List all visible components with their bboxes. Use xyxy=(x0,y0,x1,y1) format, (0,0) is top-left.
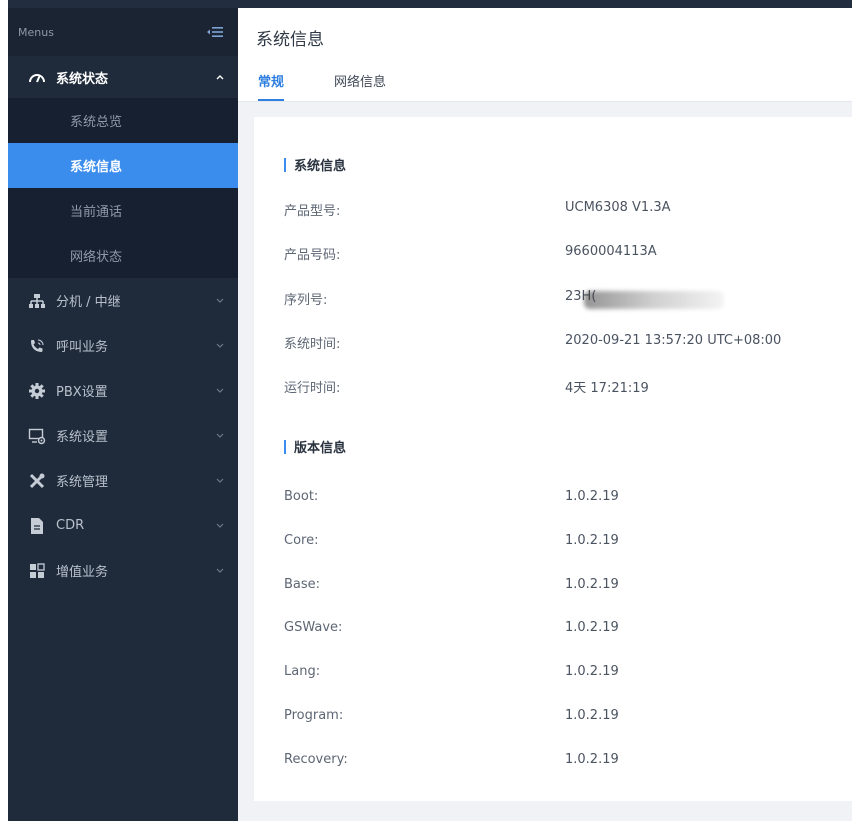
section-accent-bar xyxy=(284,157,286,172)
info-row-uptime: 运行时间: 4天 17:21:19 xyxy=(284,377,844,397)
sidebar-item-extension-trunk[interactable]: 分机 / 中继 xyxy=(8,278,238,323)
sidebar-subitem-label: 当前通话 xyxy=(70,205,123,220)
sidebar-item-system-settings[interactable]: 系统设置 xyxy=(8,413,238,458)
value-added-icon xyxy=(28,562,46,580)
main-content: 系统信息 常规 网络信息 系统信息 产品型号: UCM6308 V1.3A 产品… xyxy=(238,8,852,821)
page-header: 系统信息 常规 网络信息 xyxy=(238,8,852,102)
version-value: 1.0.2.19 xyxy=(565,620,619,635)
version-row-program: Program: 1.0.2.19 xyxy=(284,708,844,728)
chevron-down-icon xyxy=(216,567,224,575)
sidebar-item-value-added[interactable]: 增值业务 xyxy=(8,548,238,593)
collapse-menu-icon[interactable] xyxy=(206,25,224,39)
chevron-down-icon xyxy=(216,522,224,530)
redaction-blur xyxy=(584,291,724,309)
menus-label: Menus xyxy=(18,25,54,39)
info-row-part-number: 产品号码: 9660004113A xyxy=(284,244,844,264)
sidebar-item-label: 系统管理 xyxy=(56,475,109,490)
info-value: UCM6308 V1.3A xyxy=(565,200,671,215)
info-row-system-time: 系统时间: 2020-09-21 13:57:20 UTC+08:00 xyxy=(284,333,844,353)
version-value: 1.0.2.19 xyxy=(565,533,619,548)
sidebar-item-call-features[interactable]: 呼叫业务 xyxy=(8,323,238,368)
top-bar xyxy=(0,0,852,8)
info-row-model: 产品型号: UCM6308 V1.3A xyxy=(284,200,844,220)
sidebar-item-label: 呼叫业务 xyxy=(56,340,109,355)
chevron-down-icon xyxy=(216,342,224,350)
chevron-down-icon xyxy=(216,297,224,305)
info-label: 产品型号: xyxy=(284,204,341,219)
section-title-text: 版本信息 xyxy=(294,441,347,456)
system-settings-icon xyxy=(28,427,46,445)
left-edge xyxy=(0,0,8,821)
page-title: 系统信息 xyxy=(256,30,324,50)
info-value: 4天 17:21:19 xyxy=(565,381,649,396)
speedometer-icon xyxy=(28,68,46,86)
version-label: Recovery: xyxy=(284,752,348,767)
version-value: 1.0.2.19 xyxy=(565,752,619,767)
chevron-up-icon xyxy=(216,73,224,81)
version-value: 1.0.2.19 xyxy=(565,489,619,504)
version-label: Boot: xyxy=(284,489,319,504)
info-label: 序列号: xyxy=(284,293,328,308)
sidebar-item-cdr[interactable]: CDR xyxy=(8,503,238,548)
sidebar-item-label: 分机 / 中继 xyxy=(56,295,121,310)
info-label: 系统时间: xyxy=(284,337,341,352)
chevron-down-icon xyxy=(216,477,224,485)
sidebar-subitem-current-calls[interactable]: 当前通话 xyxy=(8,188,238,233)
version-value: 1.0.2.19 xyxy=(565,577,619,592)
extension-trunk-icon xyxy=(28,292,46,310)
sidebar-item-label: CDR xyxy=(56,518,85,533)
call-features-icon xyxy=(28,337,46,355)
version-value: 1.0.2.19 xyxy=(565,664,619,679)
info-value: 9660004113A xyxy=(565,244,657,259)
tab-network-info[interactable]: 网络信息 xyxy=(334,71,386,101)
sidebar-item-system-status[interactable]: 系统状态 xyxy=(8,56,238,98)
sidebar-header: Menus xyxy=(8,8,238,56)
sidebar-item-label: 增值业务 xyxy=(56,565,109,580)
gear-icon xyxy=(28,382,46,400)
info-row-serial-number: 序列号: 23H( xyxy=(284,289,844,309)
version-row-recovery: Recovery: 1.0.2.19 xyxy=(284,752,844,772)
sidebar-item-label: 系统状态 xyxy=(56,71,109,87)
chevron-down-icon xyxy=(216,387,224,395)
sidebar-item-label: 系统设置 xyxy=(56,430,109,445)
info-value: 2020-09-21 13:57:20 UTC+08:00 xyxy=(565,333,782,348)
tab-bar: 常规 网络信息 xyxy=(258,71,436,101)
section-accent-bar xyxy=(284,439,286,454)
version-label: Lang: xyxy=(284,664,321,679)
tools-icon xyxy=(28,472,46,490)
version-row-boot: Boot: 1.0.2.19 xyxy=(284,489,844,509)
version-label: Core: xyxy=(284,533,319,548)
sidebar-item-label: PBX设置 xyxy=(56,385,108,400)
section-title-version-info: 版本信息 xyxy=(284,437,346,456)
sidebar-subitem-overview[interactable]: 系统总览 xyxy=(8,98,238,143)
version-row-gswave: GSWave: 1.0.2.19 xyxy=(284,620,844,640)
chevron-down-icon xyxy=(216,432,224,440)
section-title-system-info: 系统信息 xyxy=(284,155,346,174)
sidebar-subitem-system-info[interactable]: 系统信息 xyxy=(8,143,238,188)
info-card: 系统信息 产品型号: UCM6308 V1.3A 产品号码: 966000411… xyxy=(254,117,852,801)
version-row-base: Base: 1.0.2.19 xyxy=(284,577,844,597)
sidebar-subitem-label: 系统信息 xyxy=(70,160,123,175)
sidebar-subitem-label: 系统总览 xyxy=(70,115,123,130)
info-label: 运行时间: xyxy=(284,381,341,396)
version-label: GSWave: xyxy=(284,620,343,635)
version-row-core: Core: 1.0.2.19 xyxy=(284,533,844,553)
tab-general[interactable]: 常规 xyxy=(258,71,285,101)
section-title-text: 系统信息 xyxy=(294,159,347,174)
sidebar-item-system-management[interactable]: 系统管理 xyxy=(8,458,238,503)
sidebar: Menus 系统状态 系统总览 系统信息 当前通话 网络状态 分机 / 中继 呼… xyxy=(8,8,238,821)
sidebar-item-pbx-settings[interactable]: PBX设置 xyxy=(8,368,238,413)
version-label: Base: xyxy=(284,577,321,592)
version-value: 1.0.2.19 xyxy=(565,708,619,723)
sidebar-subitem-label: 网络状态 xyxy=(70,250,123,265)
version-label: Program: xyxy=(284,708,344,723)
document-icon xyxy=(28,517,46,535)
sidebar-subitem-network-status[interactable]: 网络状态 xyxy=(8,233,238,278)
version-row-lang: Lang: 1.0.2.19 xyxy=(284,664,844,684)
info-label: 产品号码: xyxy=(284,248,341,263)
